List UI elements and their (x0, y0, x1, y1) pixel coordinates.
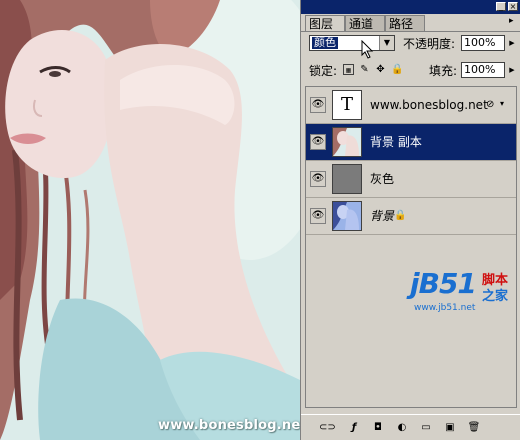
trash-icon[interactable]: 🗑 (467, 421, 481, 434)
blend-mode-select[interactable]: 颜色 ▼ (309, 35, 395, 51)
opacity-input[interactable]: 100% (461, 35, 505, 51)
new-group-icon[interactable]: ▭ (419, 421, 433, 434)
layer-effects-icon[interactable]: ⊘ (486, 99, 494, 110)
fill-label: 填充: (429, 64, 458, 78)
lock-paint-icon[interactable]: ✎ (359, 64, 370, 75)
layer-row-text[interactable]: 👁 T www.bonesblog.net ⊘ ▾ (306, 87, 516, 124)
panel-titlebar[interactable]: _ × (301, 0, 520, 14)
layers-bottom-toolbar: ⊂⊃ ƒ ◘ ◐ ▭ ▣ 🗑 (301, 414, 520, 440)
eye-icon[interactable]: 👁 (310, 208, 326, 224)
tab-divider (301, 31, 520, 32)
tab-layers[interactable]: 图层 (305, 15, 345, 31)
lock-transparent-icon[interactable]: ▦ (343, 64, 354, 75)
adjustment-layer-icon[interactable]: ◐ (395, 421, 409, 434)
lock-icon: 🔒 (394, 210, 407, 221)
new-layer-icon[interactable]: ▣ (443, 421, 457, 434)
photo-watermark: www.bonesblog.net (158, 418, 300, 433)
blend-mode-value: 颜色 (312, 36, 338, 49)
layer-name[interactable]: 背景 (370, 209, 394, 223)
jb51-logo: jB51 脚本 之家 www.jb51.net (410, 267, 514, 317)
gray-layer-thumb (332, 164, 362, 194)
panel-menu-icon[interactable]: ▸ (509, 16, 514, 26)
image-layer-thumb (332, 201, 362, 231)
link-layers-icon[interactable]: ⊂⊃ (319, 421, 336, 434)
image-layer-thumb (332, 127, 362, 157)
mouse-cursor-icon (361, 40, 374, 59)
opacity-label: 不透明度: (403, 37, 456, 51)
jb51-url: www.jb51.net (414, 303, 476, 313)
layer-row-background-copy[interactable]: 👁 背景 副本 (306, 124, 516, 161)
lock-label: 锁定: (309, 64, 338, 78)
fill-input[interactable]: 100% (461, 62, 505, 78)
lock-all-icon[interactable]: 🔒 (391, 64, 403, 75)
layer-name[interactable]: www.bonesblog.net (370, 98, 488, 112)
lock-move-icon[interactable]: ✥ (375, 64, 386, 75)
tab-channels[interactable]: 通道 (345, 15, 385, 31)
eye-icon[interactable]: 👁 (310, 171, 326, 187)
layers-panel: _ × 图层 通道 路径 ▸ 颜色 ▼ 不透明度: 100% ▶ 锁定: ▦ ✎… (300, 0, 520, 440)
layer-row-background[interactable]: 👁 背景 🔒 (306, 198, 516, 235)
layer-style-icon[interactable]: ƒ (347, 421, 361, 434)
chevron-down-icon[interactable]: ▾ (500, 99, 504, 108)
minimize-button[interactable]: _ (496, 2, 506, 11)
eye-icon[interactable]: 👁 (310, 134, 326, 150)
opacity-spin-icon[interactable]: ▶ (507, 35, 517, 51)
layers-list: 👁 T www.bonesblog.net ⊘ ▾ 👁 背景 副本 👁 灰色 👁… (305, 86, 517, 408)
tab-paths[interactable]: 路径 (385, 15, 425, 31)
fill-spin-icon[interactable]: ▶ (507, 62, 517, 78)
layer-name[interactable]: 灰色 (370, 172, 394, 186)
eye-icon[interactable]: 👁 (310, 97, 326, 113)
layer-name[interactable]: 背景 副本 (370, 135, 422, 149)
layer-mask-icon[interactable]: ◘ (371, 421, 385, 434)
jb51-line2: 之家 (482, 289, 509, 304)
close-button[interactable]: × (508, 2, 518, 11)
photo-canvas: www.bonesblog.net (0, 0, 300, 440)
portrait-image (0, 0, 300, 440)
text-layer-thumb-icon: T (332, 90, 362, 120)
chevron-down-icon[interactable]: ▼ (379, 36, 394, 50)
layer-row-gray[interactable]: 👁 灰色 (306, 161, 516, 198)
jb51-brand: jB51 (410, 267, 477, 300)
